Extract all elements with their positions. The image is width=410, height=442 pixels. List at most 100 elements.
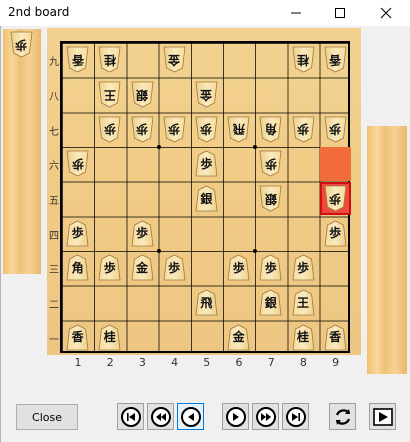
step-back-icon bbox=[180, 406, 201, 427]
piece-label: 銀 bbox=[135, 87, 148, 102]
piece-label: 歩 bbox=[135, 226, 148, 241]
last-move-button[interactable] bbox=[282, 403, 309, 430]
gote-hand-piece[interactable]: 歩 bbox=[10, 31, 33, 58]
piece-label: 香 bbox=[71, 52, 84, 67]
gote-piece[interactable]: 銀 bbox=[259, 185, 282, 212]
maximize-button[interactable] bbox=[320, 0, 360, 26]
gote-piece[interactable]: 王 bbox=[98, 81, 121, 108]
gote-piece[interactable]: 香 bbox=[66, 46, 89, 73]
flip-board-button[interactable] bbox=[329, 403, 356, 430]
piece-label: 金 bbox=[232, 330, 245, 345]
gote-piece[interactable]: 歩 bbox=[163, 116, 186, 143]
sente-piece-stand[interactable] bbox=[367, 126, 407, 374]
piece-label: 銀 bbox=[200, 191, 213, 206]
sente-piece[interactable]: 角 bbox=[66, 254, 89, 281]
gote-piece[interactable]: 歩 bbox=[195, 116, 218, 143]
gote-piece[interactable]: 歩 bbox=[324, 185, 347, 212]
piece-label: 角 bbox=[264, 122, 277, 137]
piece-label: 歩 bbox=[168, 260, 181, 275]
gote-piece[interactable]: 歩 bbox=[66, 150, 89, 177]
sente-piece[interactable]: 香 bbox=[324, 324, 347, 351]
window-border bbox=[0, 26, 1, 442]
gote-piece[interactable]: 歩 bbox=[131, 116, 154, 143]
close-window-button[interactable] bbox=[366, 0, 406, 26]
fast-forward-icon bbox=[255, 406, 276, 427]
sente-piece[interactable]: 歩 bbox=[195, 150, 218, 177]
gote-piece[interactable]: 桂 bbox=[292, 46, 315, 73]
piece-label: 銀 bbox=[264, 295, 277, 310]
sente-piece[interactable]: 桂 bbox=[292, 324, 315, 351]
piece-label: 王 bbox=[103, 87, 116, 102]
rank-label: 三 bbox=[49, 265, 59, 277]
gote-piece[interactable]: 桂 bbox=[98, 46, 121, 73]
sente-piece[interactable]: 歩 bbox=[227, 254, 250, 281]
piece-label: 飛 bbox=[232, 122, 245, 137]
sente-piece[interactable]: 銀 bbox=[259, 289, 282, 316]
gote-piece[interactable]: 香 bbox=[324, 46, 347, 73]
back-1-button[interactable] bbox=[177, 403, 204, 430]
file-label: 8 bbox=[299, 356, 307, 369]
title-bar: 2nd board bbox=[0, 0, 410, 26]
gote-piece[interactable]: 歩 bbox=[292, 116, 315, 143]
window-title: 2nd board bbox=[8, 5, 70, 19]
sente-piece[interactable]: 歩 bbox=[131, 220, 154, 247]
gote-piece[interactable]: 銀 bbox=[131, 81, 154, 108]
sente-piece[interactable]: 王 bbox=[292, 289, 315, 316]
sente-piece[interactable]: 歩 bbox=[98, 254, 121, 281]
sente-piece[interactable]: 歩 bbox=[292, 254, 315, 281]
sente-piece[interactable]: 歩 bbox=[259, 254, 282, 281]
piece-label: 銀 bbox=[264, 191, 277, 206]
back-10-button[interactable] bbox=[147, 403, 174, 430]
piece-label: 歩 bbox=[15, 37, 28, 52]
piece-label: 金 bbox=[168, 52, 181, 67]
rank-label: 二 bbox=[49, 300, 59, 312]
play-button[interactable] bbox=[369, 403, 396, 430]
last-move-from-highlight bbox=[319, 147, 351, 181]
sente-piece[interactable]: 飛 bbox=[195, 289, 218, 316]
gote-piece[interactable]: 歩 bbox=[259, 150, 282, 177]
skip-to-start-icon bbox=[120, 406, 141, 427]
sente-piece[interactable]: 金 bbox=[227, 324, 250, 351]
skip-to-end-icon bbox=[285, 406, 306, 427]
sente-piece[interactable]: 歩 bbox=[66, 220, 89, 247]
sente-piece[interactable]: 歩 bbox=[324, 220, 347, 247]
sente-piece[interactable]: 銀 bbox=[195, 185, 218, 212]
piece-label: 歩 bbox=[135, 122, 148, 137]
piece-label: 角 bbox=[71, 260, 84, 275]
piece-label: 王 bbox=[296, 295, 309, 310]
sente-piece[interactable]: 歩 bbox=[163, 254, 186, 281]
gote-piece[interactable]: 歩 bbox=[98, 116, 121, 143]
gote-piece[interactable]: 角 bbox=[259, 116, 282, 143]
minimize-button[interactable] bbox=[276, 0, 316, 26]
gote-piece[interactable]: 金 bbox=[163, 46, 186, 73]
piece-label: 歩 bbox=[329, 226, 342, 241]
piece-label: 飛 bbox=[200, 295, 213, 310]
rank-label: 五 bbox=[49, 196, 59, 207]
rank-label: 九 bbox=[49, 57, 59, 69]
gote-piece[interactable]: 歩 bbox=[324, 116, 347, 143]
piece-label: 歩 bbox=[103, 260, 116, 275]
file-label: 2 bbox=[106, 356, 114, 369]
forward-10-button[interactable] bbox=[252, 403, 279, 430]
play-icon bbox=[372, 407, 393, 426]
sente-piece[interactable]: 香 bbox=[66, 324, 89, 351]
rank-label: 七 bbox=[49, 126, 59, 138]
sente-piece[interactable]: 桂 bbox=[98, 324, 121, 351]
close-button[interactable]: Close bbox=[16, 404, 78, 430]
rank-label: 六 bbox=[49, 161, 59, 173]
close-icon bbox=[380, 7, 392, 19]
gote-piece[interactable]: 金 bbox=[195, 81, 218, 108]
rank-label: 一 bbox=[49, 334, 59, 346]
step-forward-icon bbox=[225, 406, 246, 427]
piece-label: 金 bbox=[135, 260, 148, 275]
file-label: 4 bbox=[171, 356, 179, 369]
gote-piece[interactable]: 飛 bbox=[227, 116, 250, 143]
sente-piece[interactable]: 金 bbox=[131, 254, 154, 281]
piece-label: 歩 bbox=[71, 226, 84, 241]
first-move-button[interactable] bbox=[117, 403, 144, 430]
forward-1-button[interactable] bbox=[222, 403, 249, 430]
file-label: 6 bbox=[235, 356, 243, 369]
file-label: 7 bbox=[267, 356, 275, 369]
piece-label: 桂 bbox=[103, 52, 116, 67]
gote-piece-stand[interactable] bbox=[3, 29, 41, 274]
